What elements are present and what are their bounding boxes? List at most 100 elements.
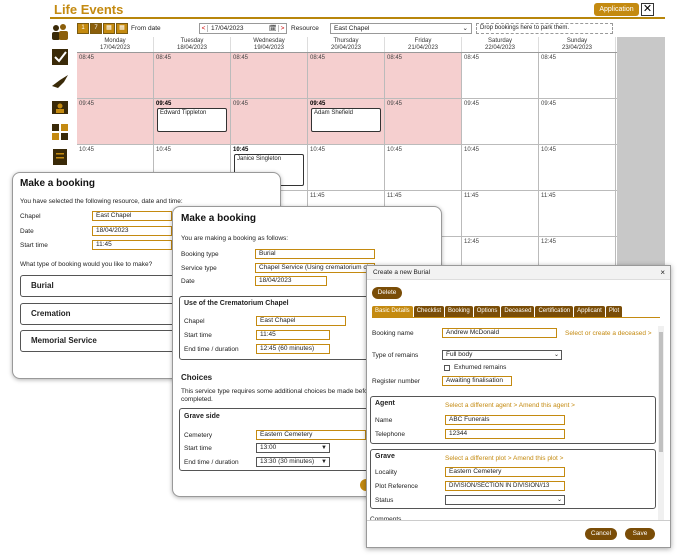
time-slot[interactable]: 09:45 Edward Tippleton — [154, 99, 231, 144]
grave-end-select[interactable]: 13:30 (30 minutes) ▼ — [256, 457, 330, 467]
week-view-icon[interactable]: 7 — [90, 23, 102, 34]
choices-title: Choices — [181, 373, 213, 382]
resource-select-value: East Chapel — [334, 25, 370, 32]
time-slot[interactable]: 09:45 — [539, 99, 616, 144]
booking-name-label: Booking name — [372, 330, 414, 337]
time-slot[interactable]: 08:45 — [231, 53, 308, 98]
dialog-title: Create a new Burial — [373, 269, 431, 276]
date-next-button[interactable]: > — [278, 25, 286, 32]
plot-ref-field: DIVISION/SECTION IN DIVISION//13 — [445, 481, 565, 491]
booking-name-input[interactable]: Andrew McDonald — [442, 328, 557, 338]
dialog-scrollbar[interactable] — [658, 326, 664, 520]
chevron-down-icon: ▼ — [321, 445, 327, 451]
agent-links[interactable]: Select a different agent > Amend this ag… — [445, 402, 575, 409]
time-slot[interactable]: 09:45 — [385, 99, 462, 144]
park-bookings-dropzone[interactable]: Drop bookings here to park them. — [476, 23, 613, 34]
view-switcher: 1 7 ▦ ▦ — [77, 23, 128, 34]
booking-card[interactable]: Adam Shefield — [311, 108, 381, 132]
date-label: Date — [20, 228, 34, 235]
tab-booking[interactable]: Booking — [445, 306, 473, 317]
time-slot[interactable]: 08:45 — [308, 53, 385, 98]
choices-text-2: completed. — [181, 396, 213, 403]
remains-select[interactable]: Full body ⌄ — [442, 350, 562, 360]
resource-select[interactable]: East Chapel ⌄ — [330, 23, 472, 34]
select-deceased-link[interactable]: Select or create a deceased > — [565, 330, 652, 337]
calendar-icon[interactable]: 🗓 — [269, 25, 278, 32]
time-slot[interactable]: 11:45 — [462, 191, 539, 236]
dialog-title: Make a booking — [181, 213, 257, 224]
chapel-label: Chapel — [20, 213, 41, 220]
time-slot[interactable]: 09:45 — [77, 99, 154, 144]
day-header: Saturday 22/04/2023 — [462, 37, 539, 52]
time-slot[interactable]: 11:45 — [539, 191, 616, 236]
time-slot[interactable]: 09:45 — [462, 99, 539, 144]
tab-applicant[interactable]: Applicant — [574, 306, 605, 317]
booking-type-label: Booking type — [181, 251, 219, 258]
booking-card[interactable]: Edward Tippleton — [157, 108, 227, 132]
folder-person-icon[interactable] — [50, 97, 70, 117]
day-header: Wednesday 19/04/2023 — [231, 37, 308, 52]
choices-text: This service type requires some addition… — [181, 388, 374, 395]
calendar-header: Monday 17/04/2023 Tuesday 18/04/2023 Wedne… — [77, 37, 617, 53]
day-header: Thursday 20/04/2023 — [308, 37, 385, 52]
close-icon[interactable]: ✕ — [641, 3, 654, 16]
time-slot[interactable]: 08:45 — [462, 53, 539, 98]
exhumed-checkbox[interactable] — [444, 365, 450, 371]
time-slot[interactable]: 08:45 — [77, 53, 154, 98]
delete-button[interactable]: Delete — [372, 287, 402, 299]
time-slot[interactable]: 10:45 — [539, 145, 616, 190]
tab-options[interactable]: Options — [473, 306, 501, 317]
chapel-use-title: Use of the Crematorium Chapel — [184, 300, 289, 307]
people-icon[interactable] — [50, 22, 70, 42]
agent-phone-label: Telephone — [375, 431, 405, 438]
day-view-icon[interactable]: 1 — [77, 23, 89, 34]
locality-label: Locality — [375, 469, 398, 476]
day-header: Sunday 23/04/2023 — [539, 37, 616, 52]
scrollbar-thumb[interactable] — [659, 332, 663, 452]
document-icon[interactable] — [50, 147, 70, 167]
create-burial-dialog: Create a new Burial × Delete Basic Detai… — [366, 265, 671, 548]
tab-basic-details[interactable]: Basic Details — [372, 306, 413, 317]
time-slot[interactable]: 10:45 — [385, 145, 462, 190]
time-row: 09:45 09:45 Edward Tippleton 09:45 09:45… — [77, 99, 617, 145]
exhumed-label: Exhumed remains — [454, 364, 507, 371]
time-slot[interactable]: 08:45 — [539, 53, 616, 98]
date-prev-button[interactable]: < — [200, 25, 208, 32]
resource-view-icon[interactable]: ▦ — [116, 23, 128, 34]
status-select[interactable]: ⌄ — [445, 495, 565, 505]
time-slot[interactable]: 08:45 — [385, 53, 462, 98]
time-slot[interactable]: 09:45 — [231, 99, 308, 144]
from-date-label: From date — [131, 25, 161, 32]
agent-name-label: Name — [375, 417, 393, 424]
close-icon[interactable]: × — [660, 266, 665, 280]
cemetery-field: Eastern Cemetery — [256, 430, 366, 440]
application-button[interactable]: Application — [594, 3, 639, 16]
dove-icon[interactable] — [50, 72, 70, 92]
calendar-scroll-area — [617, 37, 665, 277]
grave-links[interactable]: Select a different plot > Amend this plo… — [445, 455, 563, 462]
cemetery-label: Cemetery — [184, 432, 213, 439]
tab-certification[interactable]: Certification — [535, 306, 574, 317]
time-slot[interactable]: 08:45 — [154, 53, 231, 98]
date-field: 18/04/2023 — [255, 276, 327, 286]
save-button[interactable]: Save — [625, 528, 655, 540]
nav-rail — [50, 22, 72, 197]
grid-person-icon[interactable] — [50, 122, 70, 142]
time-slot[interactable]: 10:45 — [462, 145, 539, 190]
cancel-button[interactable]: Cancel — [585, 528, 617, 540]
from-date-input[interactable]: 17/04/2023 — [208, 25, 269, 32]
date-label: Date — [181, 278, 195, 285]
month-view-icon[interactable]: ▦ — [103, 23, 115, 34]
tab-plot[interactable]: Plot — [605, 306, 623, 317]
header-divider — [50, 17, 665, 19]
time-slot[interactable]: 09:45 Adam Shefield — [308, 99, 385, 144]
time-slot[interactable]: 10:45 — [308, 145, 385, 190]
tab-deceased[interactable]: Deceased — [501, 306, 535, 317]
calendar-check-icon[interactable] — [50, 47, 70, 67]
tab-checklist[interactable]: Checklist — [413, 306, 445, 317]
grave-end-label: End time / duration — [184, 459, 239, 466]
service-type-field: Chapel Service (Using crematorium cha — [255, 263, 375, 273]
agent-name-field: ABC Funerals — [445, 415, 565, 425]
grave-start-select[interactable]: 13:00 ▼ — [256, 443, 330, 453]
dialog-title: Make a booking — [20, 178, 96, 189]
